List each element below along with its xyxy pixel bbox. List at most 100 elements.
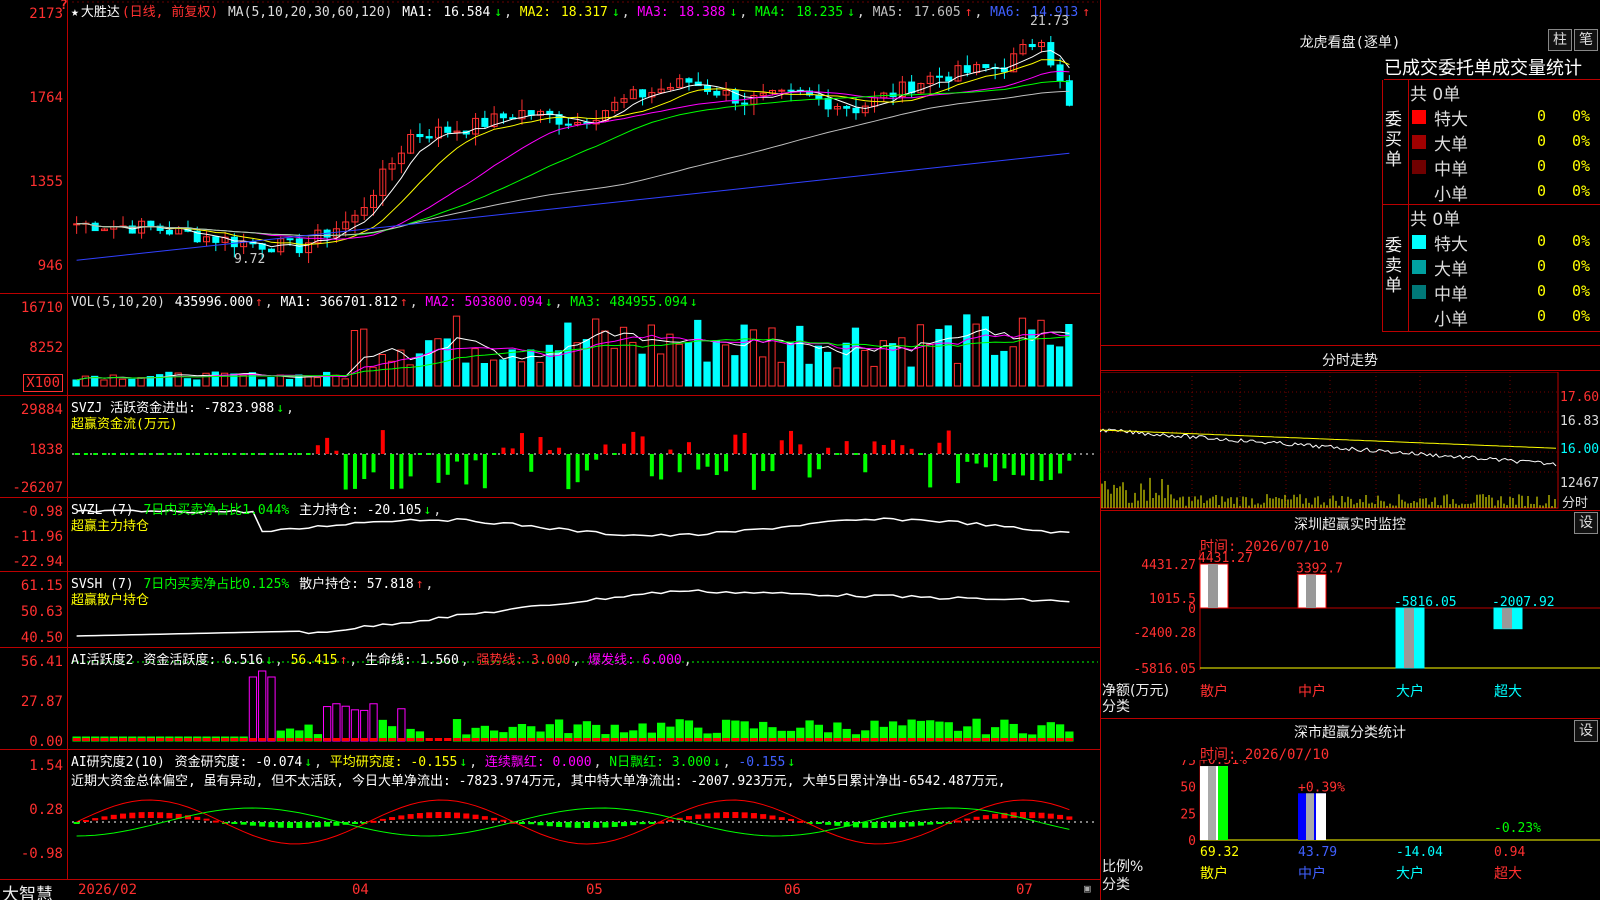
activity-base [267,738,276,741]
svsh-desc: 超赢散户持仓 [71,593,150,608]
research-bar [277,822,284,828]
activity-base [240,738,248,741]
activity-base [564,738,572,741]
monitor-bar-value: 3392.7 [1296,561,1343,576]
classify-y-label: 25 [1180,807,1196,822]
flow-bar [677,454,682,473]
volume-bar [916,324,925,387]
flow-bar [1067,454,1072,461]
activity-base [759,738,767,741]
flow-bar [306,453,311,455]
lock-icon[interactable]: ▣ [1084,882,1091,895]
activity-base [629,738,637,741]
volume-bar [499,359,507,387]
retail-hold-line [76,589,1070,637]
ai-active-panel[interactable]: 56.41 27.87 0.00 AI活跃度2 资金活跃度: 6.516 ↓, 5… [0,648,1100,750]
activity-base [843,738,851,741]
activity-base [416,738,424,741]
flow-bar [956,454,961,484]
activity-base [945,738,953,741]
intraday-title: 分时走势 [1322,353,1378,369]
research-bar [917,822,924,826]
activity-base [1047,738,1055,741]
classify-settings-button[interactable]: 设 [1574,720,1598,742]
buy-total: 共 0单 [1410,85,1461,105]
candle-body [852,107,860,114]
sell-total: 共 0单 [1410,210,1461,230]
research-bar [73,822,80,824]
activity-base [165,738,174,741]
flow-bar [789,430,794,454]
research-bar [611,822,618,827]
ma-params: MA(5,10,20,30,60,120) [227,5,393,20]
classify-bar-value: -0.23% [1494,821,1541,836]
classify-bar-value: +0.39% [1298,780,1345,795]
pen-mode-button[interactable]: 笔 [1574,29,1598,51]
research-bar [992,813,999,819]
volume-bar [350,330,359,387]
period-label[interactable]: (日线, 前复权) [122,5,218,20]
volume-bar [72,379,80,387]
volume-bar [295,374,303,387]
activity-bar [258,670,267,742]
research-bar [602,822,609,828]
monitor-bar-shade [1404,608,1414,668]
monitor-bar-value: -5816.05 [1394,595,1457,610]
research-bar [648,822,655,824]
low-price-mark: 9.72 [234,252,266,267]
monitor-settings-button[interactable]: 设 [1574,512,1598,534]
flow-bar [891,439,896,454]
svsh-panel[interactable]: 61.15 50.63 40.50 SVSH (7) 7日内买卖净占比0.125… [0,572,1100,648]
flow-bar [176,453,181,455]
ma-line [76,49,1070,248]
ai-research-panel[interactable]: 1.54 0.28 -0.98 AI研究度2(10) 资金研究度: -0.074… [0,750,1100,880]
activity-base [703,738,712,741]
activity-bar [675,719,684,742]
volume-header: VOL(5,10,20) 435996.000 ↑, MA1: 366701.81… [71,295,698,310]
svzl-panel[interactable]: -0.98 -11.96 -22.94 SVZL (7) 7日内买卖净占比1.0… [0,498,1100,572]
monitor-category: 超大 [1494,684,1522,700]
activity-base [889,738,897,741]
svzj-panel[interactable]: 29884 1838 -26207 SVZJ 活跃资金进出: -7823.988… [0,396,1100,498]
activity-base [1028,738,1036,741]
ma-line [76,90,1070,237]
research-bar [444,812,451,819]
volume-panel[interactable]: 16710 8252 X100 VOL(5,10,20) 435996.000 ↑… [0,294,1100,396]
classify-category: 中户 [1298,865,1326,882]
flow-bar [380,430,385,454]
volume-bar [1009,346,1017,387]
flow-bar [816,454,821,470]
classify-y-label: 50 [1180,781,1196,796]
research-bar [379,818,386,821]
kline-panel[interactable]: 2173 1764 1355 946 ? ★ 大胜达 (日线, 前复权) MA(5,… [0,0,1100,294]
research-bar [351,822,358,824]
activity-base [1010,738,1018,741]
flow-bar [278,453,283,455]
candle-body [824,97,832,110]
intraday-chart[interactable]: 17.60 16.83 16.00 12467 分时 [1100,372,1600,511]
candle-body [499,113,507,119]
volume-ma-line [76,328,1070,381]
volume-bar [100,379,108,387]
activity-base [638,738,647,741]
flow-bar [714,454,719,476]
flow-bar [464,454,469,485]
bar-mode-button[interactable]: 柱 [1548,29,1572,51]
flow-bar [993,454,998,482]
flow-bar [241,453,246,455]
research-bar [537,822,544,826]
volume-bar [759,356,767,387]
activity-base [332,738,341,741]
monitor-chart: 4431.27 1015.5 0 -2400.28 -5816.05 4431.27 散户 3… [1100,550,1600,720]
volume-bar [109,374,117,387]
dragon-tab-bar[interactable]: 已成交委托单成交量统计 [1384,54,1600,80]
activity-base [221,738,229,741]
activity-bar [684,720,694,742]
research-bar [797,820,804,823]
classify-category: 大户 [1396,865,1424,882]
activity-bar [378,719,387,742]
volume-bar [824,351,832,387]
activity-base [73,738,81,741]
activity-base [694,738,702,741]
sell-row-percent: 0% [1572,232,1591,250]
